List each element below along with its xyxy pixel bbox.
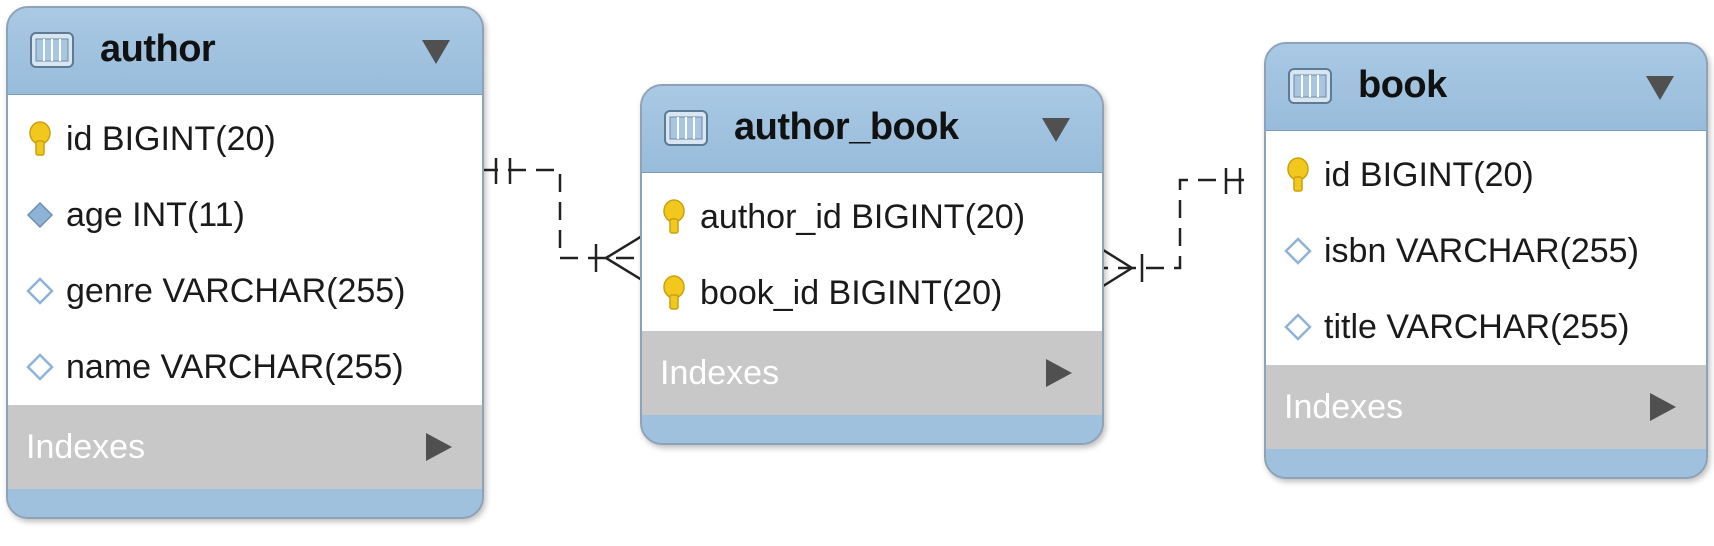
primary-key-icon: [663, 199, 685, 234]
column-label: isbn VARCHAR(255): [1324, 232, 1639, 270]
crowfoot-bottom: [605, 256, 643, 282]
table-title: book: [1358, 64, 1447, 106]
table-icon: [664, 110, 708, 146]
primary-key-icon: [29, 121, 51, 156]
column-row[interactable]: id BIGINT(20): [8, 101, 482, 177]
column-filled-diamond-icon: [26, 201, 54, 229]
column-row[interactable]: title VARCHAR(255): [1266, 289, 1706, 365]
relationship-author-author-book: [480, 168, 640, 260]
column-row[interactable]: name VARCHAR(255): [8, 329, 482, 405]
column-label: genre VARCHAR(255): [66, 272, 406, 310]
crowfoot-bottom-right: [1099, 266, 1133, 290]
collapse-arrow-icon[interactable]: [422, 40, 450, 64]
column-label: title VARCHAR(255): [1324, 308, 1630, 346]
table-footer: [1266, 449, 1706, 477]
crowfoot-top: [605, 234, 643, 260]
relationship-book-author-book: [1102, 178, 1244, 270]
column-row[interactable]: author_id BIGINT(20): [642, 179, 1102, 255]
column-diamond-icon: [1284, 237, 1312, 265]
primary-key-icon: [1287, 157, 1309, 192]
table-author-book[interactable]: author_book author_id BIGINT(20) book_id…: [640, 84, 1104, 445]
column-row[interactable]: isbn VARCHAR(255): [1266, 213, 1706, 289]
expand-arrow-icon[interactable]: [1650, 393, 1676, 421]
column-list: author_id BIGINT(20) book_id BIGINT(20): [642, 173, 1102, 331]
indexes-label: Indexes: [660, 354, 780, 392]
column-label: book_id BIGINT(20): [700, 274, 1003, 312]
column-diamond-icon: [26, 353, 54, 381]
indexes-section[interactable]: Indexes: [8, 405, 482, 489]
column-list: id BIGINT(20) age INT(11) genre VARCHAR(…: [8, 95, 482, 405]
table-header[interactable]: author: [8, 8, 482, 95]
table-author[interactable]: author id BIGINT(20) age INT(11) genre V…: [6, 6, 484, 519]
table-header[interactable]: author_book: [642, 86, 1102, 173]
column-diamond-icon: [1284, 313, 1312, 341]
table-title: author: [100, 28, 216, 70]
expand-arrow-icon[interactable]: [426, 433, 452, 461]
column-label: author_id BIGINT(20): [700, 198, 1026, 236]
table-header[interactable]: book: [1266, 44, 1706, 131]
table-footer: [8, 489, 482, 517]
indexes-section[interactable]: Indexes: [642, 331, 1102, 415]
column-row[interactable]: age INT(11): [8, 177, 482, 253]
table-title: author_book: [734, 106, 959, 148]
table-footer: [642, 415, 1102, 443]
table-icon: [30, 32, 74, 68]
indexes-label: Indexes: [26, 428, 146, 466]
column-label: name VARCHAR(255): [66, 348, 404, 386]
column-label: id BIGINT(20): [1324, 156, 1534, 194]
column-list: id BIGINT(20) isbn VARCHAR(255) title VA…: [1266, 131, 1706, 365]
crowfoot-top-right: [1099, 246, 1133, 270]
table-book[interactable]: book id BIGINT(20) isbn VARCHAR(255) tit…: [1264, 42, 1708, 479]
table-icon: [1288, 68, 1332, 104]
primary-key-icon: [663, 275, 685, 310]
expand-arrow-icon[interactable]: [1046, 359, 1072, 387]
column-diamond-icon: [26, 277, 54, 305]
column-label: id BIGINT(20): [66, 120, 276, 158]
column-label: age INT(11): [66, 196, 245, 234]
indexes-section[interactable]: Indexes: [1266, 365, 1706, 449]
indexes-label: Indexes: [1284, 388, 1404, 426]
column-row[interactable]: book_id BIGINT(20): [642, 255, 1102, 331]
collapse-arrow-icon[interactable]: [1042, 118, 1070, 142]
column-row[interactable]: genre VARCHAR(255): [8, 253, 482, 329]
column-row[interactable]: id BIGINT(20): [1266, 137, 1706, 213]
collapse-arrow-icon[interactable]: [1646, 76, 1674, 100]
